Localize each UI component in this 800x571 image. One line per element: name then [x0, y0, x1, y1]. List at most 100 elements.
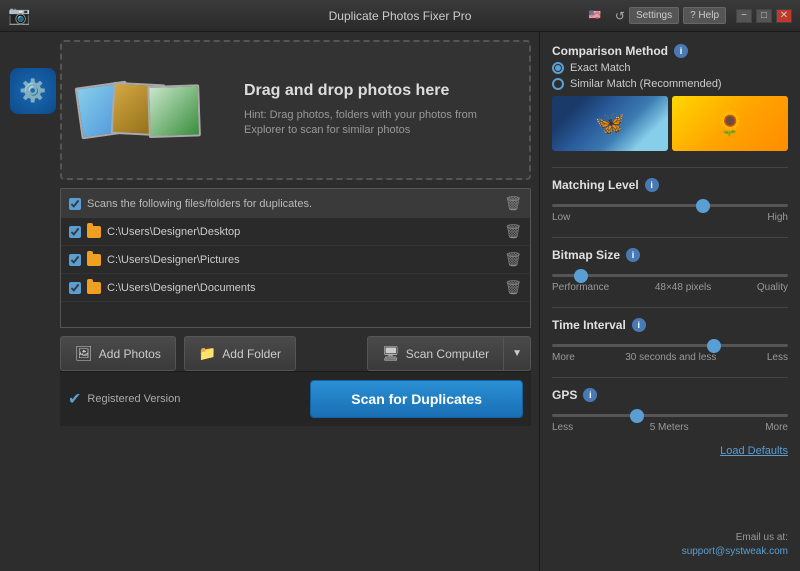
matching-level-slider[interactable] [552, 204, 788, 207]
time-interval-more: More [552, 352, 575, 363]
registered-label: Registered Version [87, 393, 180, 405]
email-address[interactable]: support@systweak.com [682, 546, 788, 557]
scan-computer-dropdown[interactable]: ▼ [504, 336, 531, 371]
minimize-button[interactable]: − [736, 9, 752, 23]
close-button[interactable]: ✕ [776, 9, 792, 23]
preview-sunflower [672, 96, 788, 151]
help-button[interactable]: ? Help [683, 7, 726, 24]
gps-info-icon[interactable]: i [583, 388, 597, 402]
item-checkbox-0[interactable] [69, 226, 81, 238]
matching-level-low: Low [552, 212, 570, 223]
bottom-buttons: 🖼 Add Photos 📁 Add Folder 🖥 Scan Compute… [60, 336, 531, 371]
add-folder-button[interactable]: 📁 Add Folder [184, 336, 296, 371]
matching-level-section: Matching Level i Low High [552, 178, 788, 223]
settings-button[interactable]: Settings [629, 7, 679, 24]
item-checkbox-2[interactable] [69, 282, 81, 294]
bitmap-size-info-icon[interactable]: i [626, 248, 640, 262]
folder-icon [87, 254, 101, 266]
list-item: C:\Users\Designer\Documents 🗑 [61, 274, 530, 302]
time-interval-less: Less [767, 352, 788, 363]
time-interval-labels: More 30 seconds and less Less [552, 352, 788, 363]
bitmap-size-perf: Performance [552, 282, 609, 293]
file-list-header: Scans the following files/folders for du… [60, 188, 531, 218]
main-container: Drag and drop photos here Hint: Drag pho… [0, 32, 800, 571]
exact-match-label: Exact Match [570, 62, 631, 74]
divider-1 [552, 167, 788, 168]
folder-icon [87, 282, 101, 294]
photo-stack [78, 84, 234, 136]
header-delete-icon[interactable]: 🗑 [504, 195, 522, 212]
exact-match-radio[interactable] [552, 62, 564, 74]
comparison-method-section: Comparison Method i Exact Match Similar … [552, 44, 788, 157]
file-path-0: C:\Users\Designer\Desktop [107, 226, 240, 238]
scan-computer-label: Scan Computer [406, 347, 489, 361]
right-panel: Comparison Method i Exact Match Similar … [540, 32, 800, 571]
drop-zone-text: Drag and drop photos here Hint: Drag pho… [244, 82, 513, 139]
add-photos-button[interactable]: 🖼 Add Photos [60, 336, 176, 371]
bitmap-size-labels: Performance 48×48 pixels Quality [552, 282, 788, 293]
maximize-button[interactable]: □ [756, 9, 772, 23]
time-interval-info-icon[interactable]: i [632, 318, 646, 332]
matching-level-labels: Low High [552, 212, 788, 223]
item-checkbox-1[interactable] [69, 254, 81, 266]
radio-group: Exact Match Similar Match (Recommended) [552, 62, 788, 90]
load-defaults-link[interactable]: Load Defaults [552, 445, 788, 457]
registered-badge: ✔ Registered Version [68, 389, 180, 409]
scan-computer-button[interactable]: 🖥 Scan Computer [367, 336, 504, 371]
time-interval-section: Time Interval i More 30 seconds and less… [552, 318, 788, 363]
gps-slider[interactable] [552, 414, 788, 417]
scan-computer-icon: 🖥 [382, 345, 400, 362]
title-bar-controls: 🇺🇸 ↺ Settings ? Help − □ ✕ [589, 7, 792, 24]
scan-bar: ✔ Registered Version Scan for Duplicates [60, 371, 531, 426]
gps-more: More [765, 422, 788, 433]
similar-match-radio[interactable] [552, 78, 564, 90]
file-list: C:\Users\Designer\Desktop 🗑 C:\Users\Des… [60, 218, 531, 328]
bitmap-size-quality: Quality [757, 282, 788, 293]
list-item: C:\Users\Designer\Desktop 🗑 [61, 218, 530, 246]
matching-level-title: Matching Level i [552, 178, 788, 192]
add-photos-label: Add Photos [99, 347, 161, 361]
left-panel: Drag and drop photos here Hint: Drag pho… [0, 32, 540, 571]
delete-item-2[interactable]: 🗑 [504, 279, 522, 296]
gps-val: 5 Meters [650, 422, 689, 433]
time-interval-slider[interactable] [552, 344, 788, 347]
delete-item-1[interactable]: 🗑 [504, 251, 522, 268]
matching-level-high: High [767, 212, 788, 223]
exact-match-option[interactable]: Exact Match [552, 62, 788, 74]
delete-item-0[interactable]: 🗑 [504, 223, 522, 240]
file-path-2: C:\Users\Designer\Documents [107, 282, 256, 294]
photo-previews [552, 96, 788, 151]
scan-duplicates-button[interactable]: Scan for Duplicates [310, 380, 523, 418]
gps-labels: Less 5 Meters More [552, 422, 788, 433]
chevron-down-icon: ▼ [512, 348, 522, 359]
divider-2 [552, 237, 788, 238]
preview-butterfly [552, 96, 668, 151]
matching-level-info-icon[interactable]: i [645, 178, 659, 192]
divider-4 [552, 377, 788, 378]
reload-icon[interactable]: ↺ [615, 9, 625, 23]
photo-thumb-3 [147, 84, 201, 138]
add-folder-label: Add Folder [222, 347, 281, 361]
gps-title: GPS i [552, 388, 788, 402]
bitmap-size-val: 48×48 pixels [655, 282, 711, 293]
bitmap-size-slider[interactable] [552, 274, 788, 277]
list-item: C:\Users\Designer\Pictures 🗑 [61, 246, 530, 274]
comparison-info-icon[interactable]: i [674, 44, 688, 58]
similar-match-label: Similar Match (Recommended) [570, 78, 722, 90]
registered-icon: ✔ [68, 389, 81, 409]
app-logo: ⚙️ [10, 68, 56, 114]
file-path-1: C:\Users\Designer\Pictures [107, 254, 240, 266]
email-section: Email us at: support@systweak.com [552, 531, 788, 559]
divider-3 [552, 307, 788, 308]
bitmap-size-title: Bitmap Size i [552, 248, 788, 262]
email-label: Email us at: [736, 532, 788, 543]
header-checkbox[interactable] [69, 198, 81, 210]
add-photos-icon: 🖼 [75, 345, 93, 362]
time-interval-val: 30 seconds and less [625, 352, 716, 363]
drop-zone-hint: Hint: Drag photos, folders with your pho… [244, 108, 513, 139]
gps-section: GPS i Less 5 Meters More [552, 388, 788, 433]
folder-icon [87, 226, 101, 238]
drop-zone[interactable]: Drag and drop photos here Hint: Drag pho… [60, 40, 531, 180]
similar-match-option[interactable]: Similar Match (Recommended) [552, 78, 788, 90]
bitmap-size-section: Bitmap Size i Performance 48×48 pixels Q… [552, 248, 788, 293]
